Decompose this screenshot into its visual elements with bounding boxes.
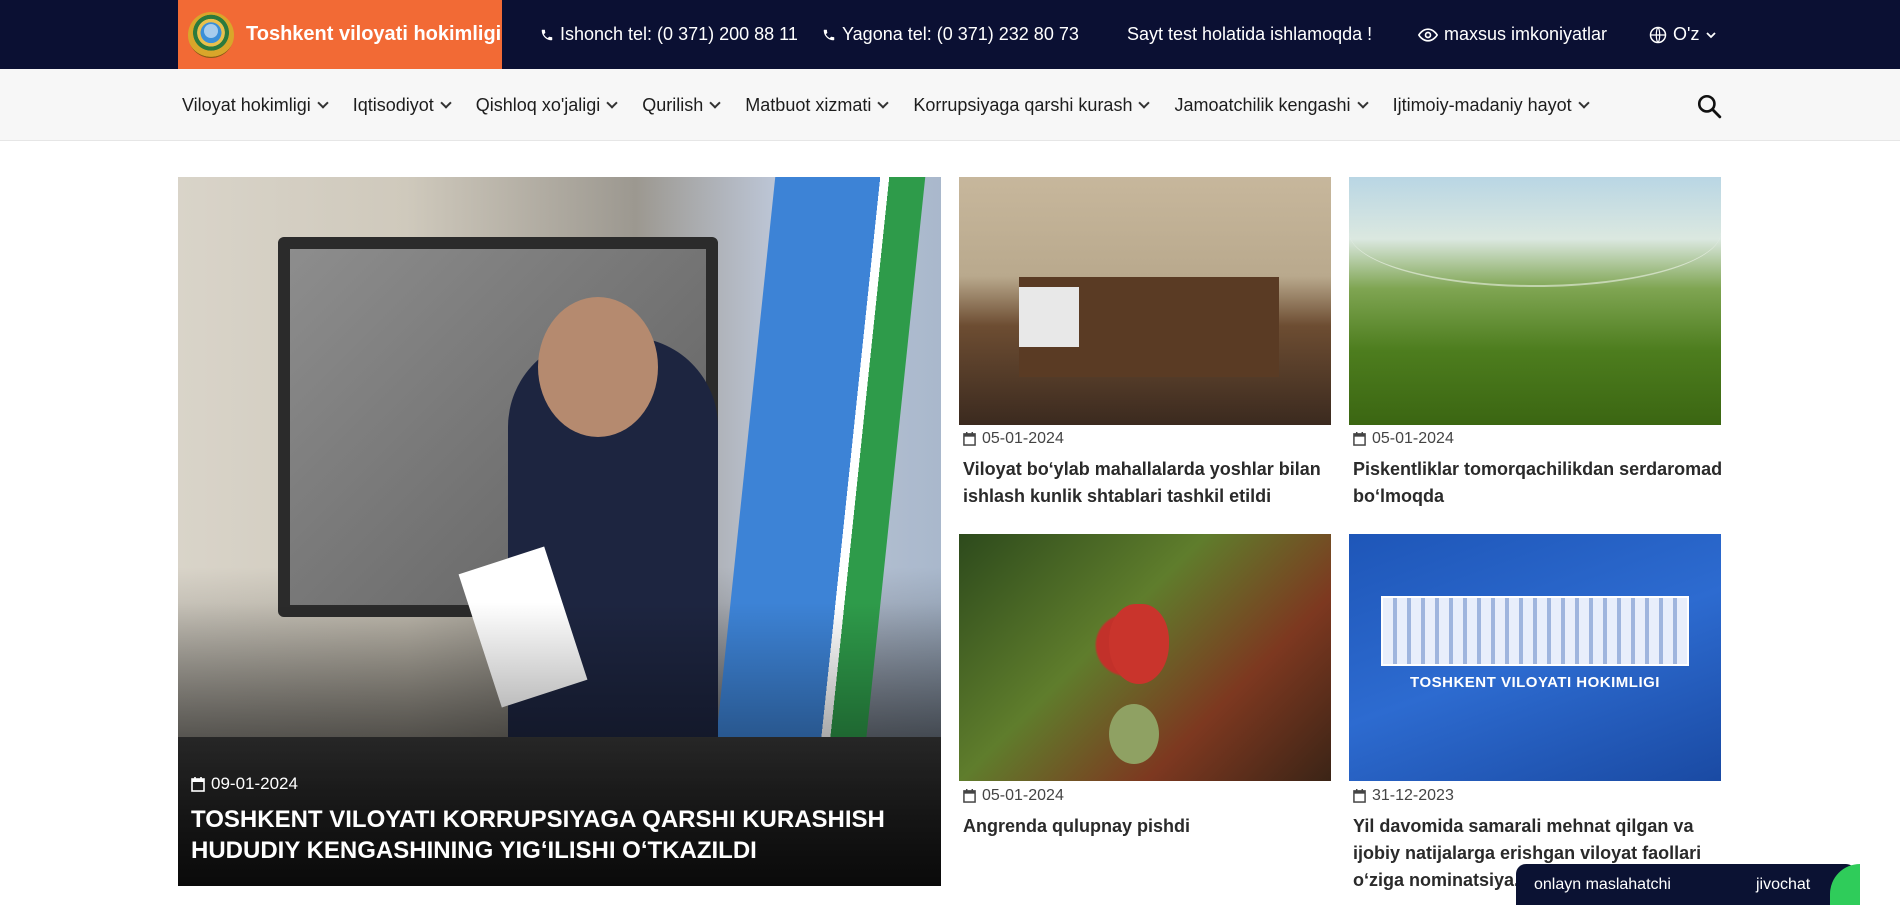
search-icon[interactable] [1696,93,1722,119]
single-phone-text: Yagona tel: (0 371) 232 80 73 [842,24,1079,44]
nav-item-label: Korrupsiyaga qarshi kurash [913,94,1133,115]
nav-item-label: Iqtisodiyot [352,94,434,115]
news-card-1: 05-01-2024 Viloyat boʻylab mahallalarda … [963,430,1335,510]
chat-label: onlayn maslahatchi [1534,875,1671,893]
nav-item-qurilish[interactable]: Qurilish [642,94,721,116]
news-image-3-strawberry [1109,604,1169,684]
nav-menu: Viloyat hokimligi Iqtisodiyot Qishloq xo… [182,69,1614,141]
featured-news-caption: 09-01-2024 TOSHKENT VILOYATI KORRUPSIYAG… [191,774,921,866]
main-navigation: Viloyat hokimligi Iqtisodiyot Qishloq xo… [0,69,1900,141]
eye-icon [1418,27,1438,42]
news-image-1[interactable] [959,177,1331,425]
brand-home-link[interactable]: Toshkent viloyati hokimligi [178,0,502,69]
nav-item-label: Qishloq xo'jaligi [475,94,601,115]
chevron-down-icon [317,96,329,109]
news-image-3-unripe-berry [1109,704,1159,764]
nav-item-label: Ijtimoiy-madaniy hayot [1392,94,1572,115]
news-date-3: 05-01-2024 [963,787,1335,805]
top-bar: Toshkent viloyati hokimligi Ishonch tel:… [0,0,1900,69]
news-image-2[interactable] [1349,177,1721,425]
nav-item-matbuot-xizmati[interactable]: Matbuot xizmati [745,94,890,116]
nav-item-viloyat-hokimligi[interactable]: Viloyat hokimligi [182,94,329,116]
featured-news-date-text: 09-01-2024 [211,774,298,793]
chevron-down-icon [1706,31,1717,38]
globe-icon [1649,26,1667,43]
news-title-2[interactable]: Piskentliklar tomorqachilikdan serdaroma… [1353,456,1725,510]
nav-item-label: Matbuot xizmati [745,94,872,115]
news-date-text: 05-01-2024 [982,787,1064,804]
chevron-down-icon [1577,96,1590,109]
calendar-icon [1353,789,1366,803]
language-selector[interactable]: O'z [1649,0,1717,69]
news-title-3[interactable]: Angrenda qulupnay pishdi [963,813,1335,840]
featured-news-card[interactable]: 09-01-2024 TOSHKENT VILOYATI KORRUPSIYAG… [178,177,941,886]
chat-status-icon [1830,864,1860,905]
brand-name: Toshkent viloyati hokimligi [246,23,502,45]
news-image-3[interactable] [959,534,1331,781]
chat-brand: jivochat [1756,875,1811,893]
accessibility-toggle[interactable]: maxsus imkoniyatlar [1418,0,1607,69]
nav-item-ijtimoiy-madaniy-hayot[interactable]: Ijtimoiy-madaniy hayot [1392,94,1590,116]
news-date-4: 31-12-2023 [1353,787,1725,805]
trust-phone-text: Ishonch tel: (0 371) 200 88 11 [560,24,798,44]
featured-news-title[interactable]: TOSHKENT VILOYATI KORRUPSIYAGA QARSHI KU… [191,804,921,866]
nav-item-jamoatchilik-kengashi[interactable]: Jamoatchilik kengashi [1174,94,1369,116]
phone-icon [541,29,553,40]
featured-news-date: 09-01-2024 [191,774,921,794]
site-status-text: Sayt test holatida ishlamoqda ! [1127,24,1373,44]
news-card-2: 05-01-2024 Piskentliklar tomorqachilikda… [1353,430,1725,510]
chevron-down-icon [606,96,618,109]
chevron-down-icon [1356,96,1369,109]
nav-item-iqtisodiyot[interactable]: Iqtisodiyot [352,94,452,116]
coat-of-arms-logo [188,11,234,58]
nav-item-korrupsiyaga-qarshi-kurash[interactable]: Korrupsiyaga qarshi kurash [913,94,1151,116]
news-title-1[interactable]: Viloyat boʻylab mahallalarda yoshlar bil… [963,456,1335,510]
news-card-3: 05-01-2024 Angrenda qulupnay pishdi [963,787,1335,840]
online-consultant-widget[interactable]: onlayn maslahatchi jivochat [1516,864,1860,905]
nav-item-qishloq-xojaligi[interactable]: Qishloq xo'jaligi [475,94,618,116]
news-date-text: 05-01-2024 [1372,430,1454,447]
trust-phone-link[interactable]: Ishonch tel: (0 371) 200 88 11 [540,0,798,69]
phone-icon [823,29,835,40]
news-image-2-greenhouse [1349,177,1721,287]
news-image-4-caption: TOSHKENT VILOYATI HOKIMLIGI [1410,674,1660,691]
news-date-2: 05-01-2024 [1353,430,1725,448]
nav-item-label: Jamoatchilik kengashi [1174,94,1351,115]
news-image-4-building [1381,596,1689,666]
chevron-down-icon [440,96,452,109]
news-image-1-monitor [1019,287,1079,347]
chevron-down-icon [709,96,721,109]
news-date-text: 31-12-2023 [1372,787,1454,804]
news-date-1: 05-01-2024 [963,430,1335,448]
calendar-icon [1353,432,1366,446]
calendar-icon [191,776,205,792]
nav-item-label: Viloyat hokimligi [182,94,311,115]
site-status-notice: Sayt test holatida ishlamoqda ! [1127,0,1372,69]
single-phone-link[interactable]: Yagona tel: (0 371) 232 80 73 [822,0,1079,69]
accessibility-text: maxsus imkoniyatlar [1444,24,1608,44]
news-image-4[interactable]: TOSHKENT VILOYATI HOKIMLIGI [1349,534,1721,781]
news-date-text: 05-01-2024 [982,430,1064,447]
chevron-down-icon [1138,96,1151,109]
nav-item-label: Qurilish [642,94,704,115]
calendar-icon [963,432,976,446]
calendar-icon [963,789,976,803]
language-label: O'z [1673,24,1700,44]
chevron-down-icon [877,96,890,109]
